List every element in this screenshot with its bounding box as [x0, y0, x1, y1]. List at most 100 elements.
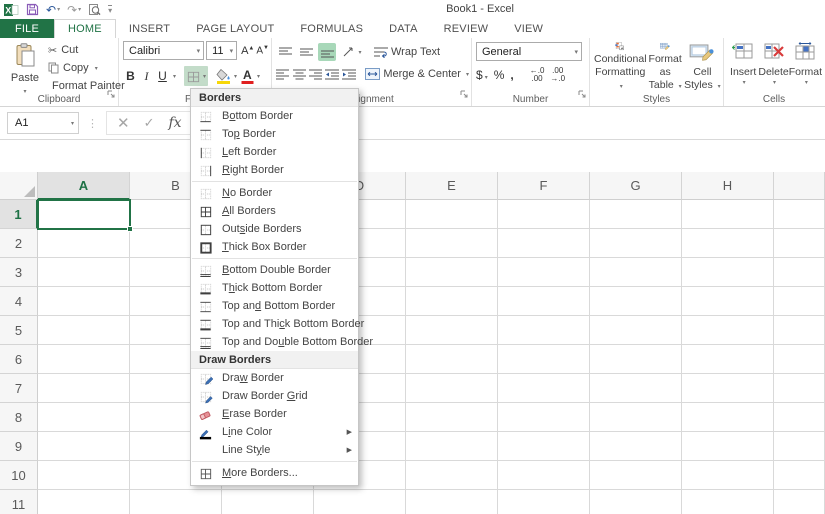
copy-dropdown-icon[interactable]: ▾ — [95, 65, 98, 72]
alignment-dialog-launcher-icon[interactable] — [459, 86, 469, 104]
number-format-combo[interactable]: General▾ — [476, 42, 582, 61]
borders-dropdown-icon[interactable]: ▾ — [203, 73, 206, 80]
insert-cells-button[interactable]: Insert ▾ — [728, 42, 758, 92]
cell-E6[interactable] — [406, 345, 498, 374]
orientation-button[interactable]: ▾ — [339, 43, 365, 61]
paste-button[interactable]: Paste ▾ — [4, 41, 46, 96]
menu-item-no-border[interactable]: No Border — [191, 184, 358, 202]
clipboard-dialog-launcher-icon[interactable] — [106, 86, 116, 104]
cell-G5[interactable] — [590, 316, 682, 345]
cell-E8[interactable] — [406, 403, 498, 432]
menu-item-erase-border[interactable]: Erase Border — [191, 405, 358, 423]
cell-I1[interactable] — [774, 200, 825, 229]
column-header-f[interactable]: F — [498, 172, 590, 200]
cell-E11[interactable] — [406, 490, 498, 514]
delete-cells-button[interactable]: Delete ▾ — [758, 42, 788, 92]
insert-function-icon[interactable]: fx — [168, 115, 181, 131]
cell-E2[interactable] — [406, 229, 498, 258]
menu-item-draw-border-grid[interactable]: Draw Border Grid — [191, 387, 358, 405]
row-header-4[interactable]: 4 — [0, 287, 38, 316]
save-button[interactable] — [26, 3, 39, 16]
cell-A3[interactable] — [38, 258, 130, 287]
customize-qat-icon[interactable]: ▾ — [108, 5, 112, 15]
fill-handle[interactable] — [127, 226, 133, 232]
align-left-button[interactable] — [276, 65, 289, 83]
increase-font-size-button[interactable]: A▲ — [241, 45, 254, 57]
bold-button[interactable]: B — [123, 69, 138, 83]
cell-I5[interactable] — [774, 316, 825, 345]
cell-A8[interactable] — [38, 403, 130, 432]
menu-item-more-borders[interactable]: More Borders... — [191, 464, 358, 482]
menu-item-thick-bottom-border[interactable]: Thick Bottom Border — [191, 279, 358, 297]
menu-item-right-border[interactable]: Right Border — [191, 161, 358, 179]
wrap-text-button[interactable]: Wrap Text — [374, 46, 440, 58]
italic-button[interactable]: I — [139, 69, 154, 84]
cell-G6[interactable] — [590, 345, 682, 374]
middle-align-button[interactable] — [297, 43, 315, 61]
font-color-button[interactable]: A ▾ — [239, 66, 261, 86]
cell-F9[interactable] — [498, 432, 590, 461]
merge-center-dropdown-icon[interactable]: ▾ — [466, 71, 469, 78]
comma-style-button[interactable]: , — [510, 68, 513, 82]
cell-A9[interactable] — [38, 432, 130, 461]
row-header-8[interactable]: 8 — [0, 403, 38, 432]
redo-button[interactable]: ↷▾ — [67, 4, 81, 16]
cell-I8[interactable] — [774, 403, 825, 432]
cell-E1[interactable] — [406, 200, 498, 229]
menu-item-line-style[interactable]: Line Style▶ — [191, 441, 358, 459]
menu-item-bottom-border[interactable]: Bottom Border — [191, 107, 358, 125]
cell-A10[interactable] — [38, 461, 130, 490]
cell-styles-button[interactable]: Cell Styles ▾ — [684, 42, 721, 92]
row-header-7[interactable]: 7 — [0, 374, 38, 403]
percent-style-button[interactable]: % — [494, 68, 505, 82]
number-dialog-launcher-icon[interactable] — [577, 86, 587, 104]
cell-I10[interactable] — [774, 461, 825, 490]
bottom-align-button[interactable] — [318, 43, 336, 61]
name-box-dropdown-icon[interactable]: ▾ — [71, 120, 74, 127]
cell-G10[interactable] — [590, 461, 682, 490]
menu-item-all-borders[interactable]: All Borders — [191, 202, 358, 220]
cell-G4[interactable] — [590, 287, 682, 316]
cell-H8[interactable] — [682, 403, 774, 432]
menu-item-top-border[interactable]: Top Border — [191, 125, 358, 143]
cell-F11[interactable] — [498, 490, 590, 514]
name-box[interactable]: A1 ▾ — [7, 112, 79, 134]
cell-A11[interactable] — [38, 490, 130, 514]
cell-A7[interactable] — [38, 374, 130, 403]
cell-H3[interactable] — [682, 258, 774, 287]
cancel-icon[interactable]: ✕ — [117, 114, 130, 132]
cell-F4[interactable] — [498, 287, 590, 316]
cell-I7[interactable] — [774, 374, 825, 403]
row-header-6[interactable]: 6 — [0, 345, 38, 374]
align-center-button[interactable] — [292, 65, 305, 83]
cell-F5[interactable] — [498, 316, 590, 345]
cell-E7[interactable] — [406, 374, 498, 403]
cell-F8[interactable] — [498, 403, 590, 432]
row-header-9[interactable]: 9 — [0, 432, 38, 461]
cell-A2[interactable] — [38, 229, 130, 258]
menu-item-bottom-double-border[interactable]: Bottom Double Border — [191, 261, 358, 279]
menu-item-top-and-bottom-border[interactable]: Top and Bottom Border — [191, 297, 358, 315]
tab-formulas[interactable]: FORMULAS — [287, 19, 376, 38]
column-header-g[interactable]: G — [590, 172, 682, 200]
cell-H2[interactable] — [682, 229, 774, 258]
tab-review[interactable]: REVIEW — [431, 19, 502, 38]
accounting-format-button[interactable]: $▾ — [476, 68, 488, 82]
cell-H9[interactable] — [682, 432, 774, 461]
decrease-font-size-button[interactable]: A▼ — [256, 45, 269, 56]
row-header-1[interactable]: 1 — [0, 200, 38, 229]
enter-icon[interactable]: ✓ — [144, 116, 155, 131]
cell-I3[interactable] — [774, 258, 825, 287]
column-header-e[interactable]: E — [406, 172, 498, 200]
menu-item-draw-border[interactable]: Draw Border — [191, 369, 358, 387]
cell-H5[interactable] — [682, 316, 774, 345]
underline-button[interactable]: U — [155, 69, 170, 83]
cell-H11[interactable] — [682, 490, 774, 514]
cell-G8[interactable] — [590, 403, 682, 432]
cell-H1[interactable] — [682, 200, 774, 229]
tab-view[interactable]: VIEW — [501, 19, 556, 38]
cell-E9[interactable] — [406, 432, 498, 461]
cell-E4[interactable] — [406, 287, 498, 316]
cell-H10[interactable] — [682, 461, 774, 490]
font-name-combo[interactable]: Calibri▾ — [123, 41, 204, 60]
